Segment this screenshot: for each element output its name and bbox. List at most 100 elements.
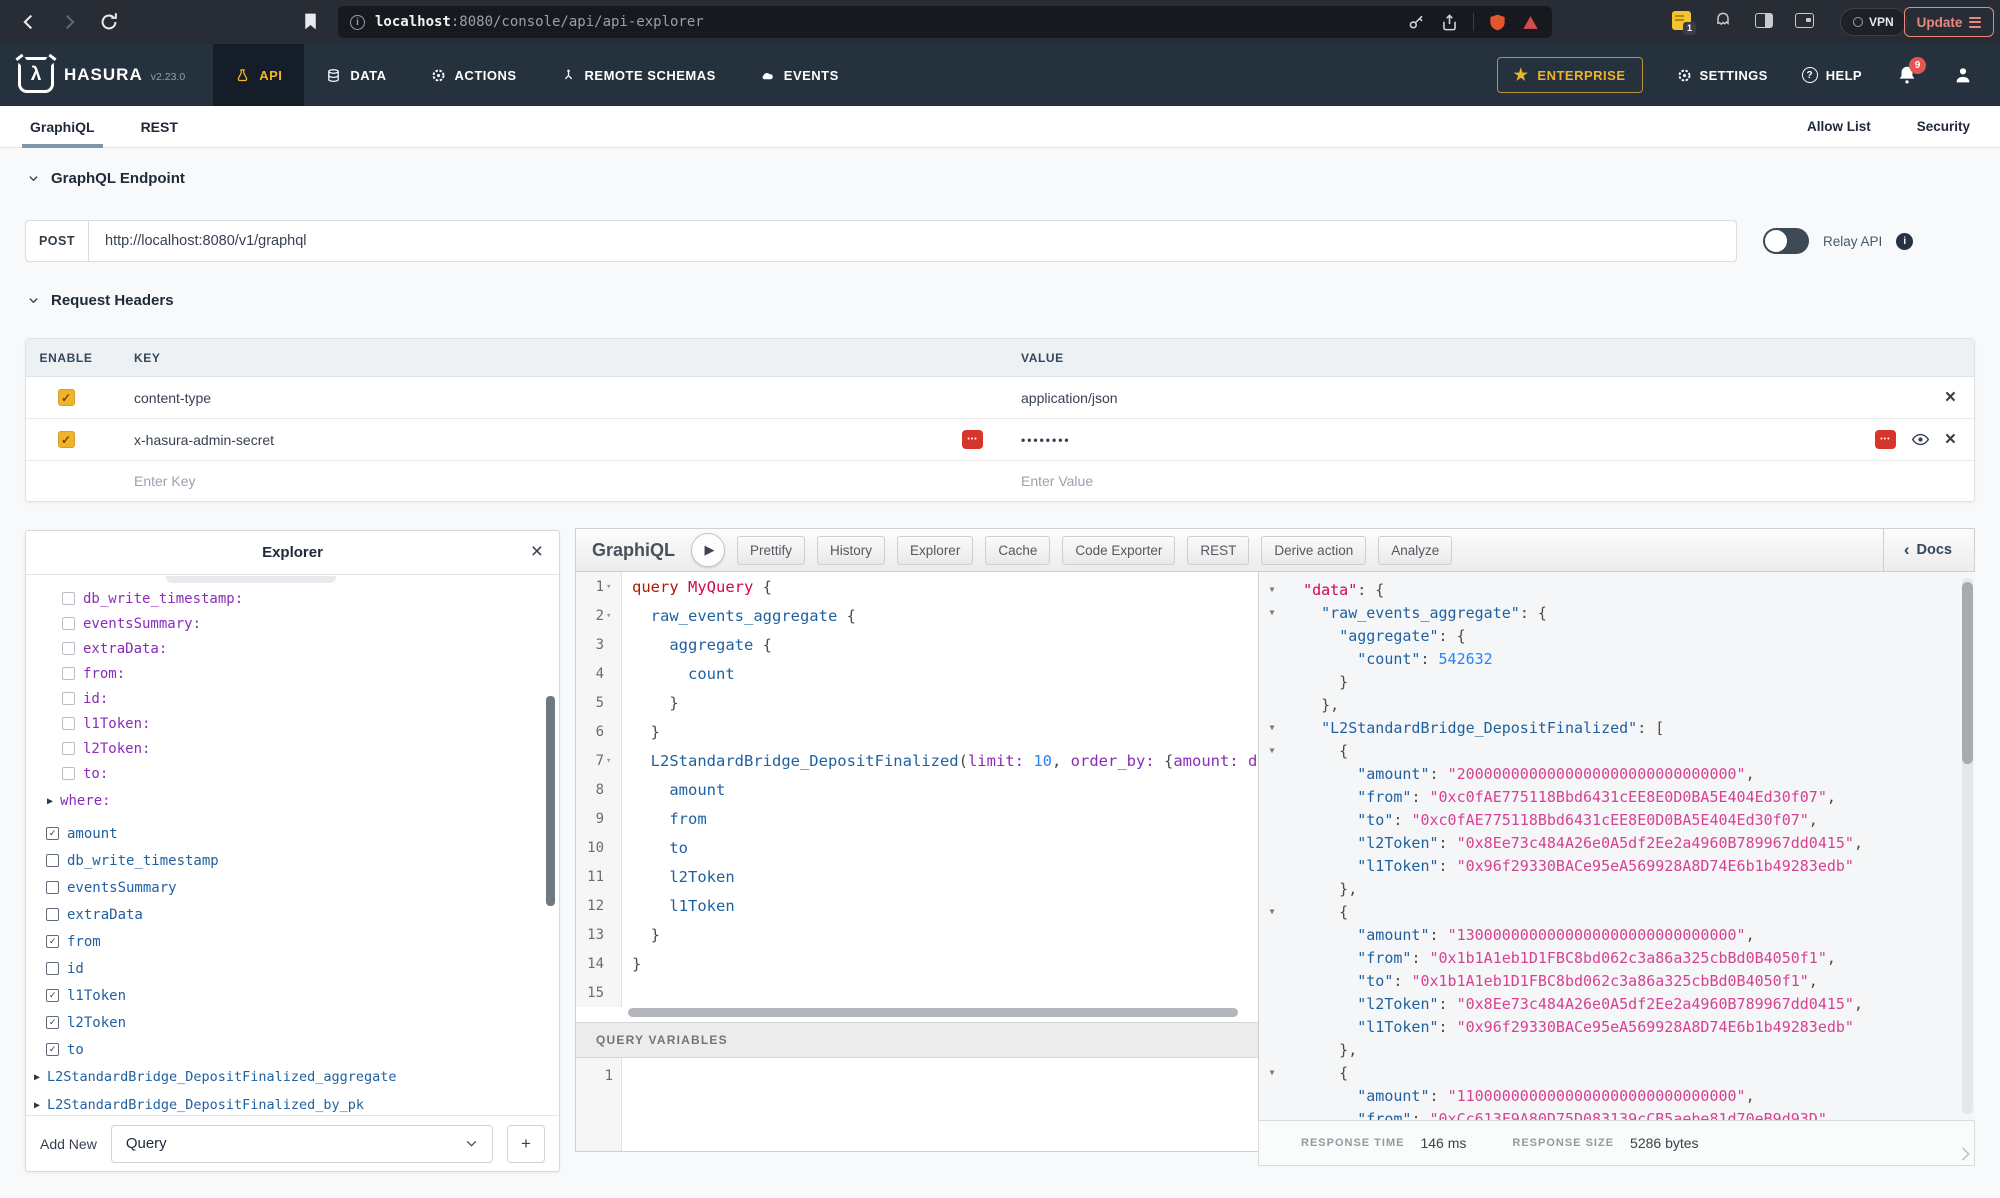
vpn-button[interactable]: VPN (1840, 8, 1907, 36)
share-icon[interactable] (1440, 13, 1459, 32)
security-link[interactable]: Security (1917, 119, 1970, 134)
sidebar-toggle-icon[interactable] (1755, 13, 1773, 28)
operation-type-select[interactable]: Query (111, 1125, 493, 1163)
headers-section-header[interactable]: Request Headers (28, 292, 174, 309)
forward-icon[interactable] (58, 11, 80, 33)
reload-icon[interactable] (98, 11, 120, 33)
password-manager-icon[interactable]: ••• (1875, 430, 1896, 449)
field-item[interactable]: ✓ amount (26, 820, 559, 847)
checkbox[interactable]: ✓ (46, 989, 59, 1002)
fold-arrow-icon[interactable]: ▼ (1259, 1068, 1285, 1077)
argument-item[interactable]: db_write_timestamp: (26, 586, 559, 611)
horizontal-scrollbar[interactable] (628, 1008, 1238, 1017)
field-item[interactable]: ✓ to (26, 1036, 559, 1063)
site-info-icon[interactable]: i (350, 15, 365, 30)
enable-checkbox[interactable]: ✓ (58, 389, 75, 406)
user-icon[interactable] (1952, 64, 1974, 86)
fold-arrow-icon[interactable]: ▾ (606, 756, 616, 766)
checkbox[interactable] (62, 767, 75, 780)
where-expandable[interactable]: ▶ where: (26, 786, 559, 816)
enable-checkbox[interactable]: ✓ (58, 431, 75, 448)
url-bar[interactable]: i localhost:8080/console/api/api-explore… (338, 6, 1552, 38)
toolbar-button[interactable]: Code Exporter (1062, 536, 1175, 565)
brave-shield-icon[interactable] (1488, 13, 1507, 32)
value-cell[interactable]: •••••••• ••• × (1001, 430, 1974, 449)
key-cell[interactable]: content-type••• (106, 390, 1001, 406)
checkbox[interactable] (62, 742, 75, 755)
checkbox[interactable]: ✓ (46, 935, 59, 948)
allow-list-link[interactable]: Allow List (1807, 119, 1871, 134)
fold-arrow-icon[interactable]: ▾ (606, 582, 616, 592)
checkbox[interactable] (46, 881, 59, 894)
info-icon[interactable]: i (1896, 233, 1913, 250)
wallet-icon[interactable] (1795, 13, 1814, 28)
response-scrollbar[interactable] (1962, 582, 1973, 764)
fold-arrow-icon[interactable]: ▼ (1259, 907, 1285, 916)
query-variables-editor[interactable]: 1 (575, 1058, 1258, 1152)
key-cell[interactable]: x-hasura-admin-secret••• (106, 432, 1001, 448)
execute-query-button[interactable]: ▶ (691, 533, 725, 567)
notifications-button[interactable]: 9 (1896, 64, 1918, 86)
nav-tab-actions[interactable]: ACTIONS (409, 44, 539, 106)
field-item[interactable]: ✓ l1Token (26, 982, 559, 1009)
tab-graphiql[interactable]: GraphiQL (30, 106, 95, 148)
field-item[interactable]: ✓ from (26, 928, 559, 955)
argument-item[interactable]: l1Token: (26, 711, 559, 736)
fold-arrow-icon[interactable]: ▼ (1259, 585, 1285, 594)
expandable-item[interactable]: ▶ L2StandardBridge_DepositFinalized_aggr… (26, 1063, 559, 1091)
toolbar-button[interactable]: Explorer (897, 536, 973, 565)
menu-icon[interactable] (1969, 17, 1981, 28)
resize-handle[interactable] (1956, 1147, 1970, 1161)
field-item[interactable]: extraData (26, 901, 559, 928)
bookmark-icon[interactable] (300, 11, 321, 32)
relay-api-toggle[interactable] (1763, 228, 1809, 254)
argument-item[interactable]: to: (26, 761, 559, 786)
checkbox[interactable] (46, 908, 59, 921)
add-operation-button[interactable]: + (507, 1125, 545, 1163)
endpoint-url-input[interactable] (89, 220, 1737, 262)
password-manager-icon[interactable]: ••• (962, 430, 983, 449)
argument-item[interactable]: extraData: (26, 636, 559, 661)
field-item[interactable]: db_write_timestamp (26, 847, 559, 874)
field-item[interactable]: id (26, 955, 559, 982)
toolbar-button[interactable]: Derive action (1261, 536, 1366, 565)
checkbox[interactable] (62, 692, 75, 705)
checkbox[interactable]: ✓ (46, 1016, 59, 1029)
key-placeholder[interactable]: Enter Key (134, 473, 195, 489)
argument-item[interactable]: from: (26, 661, 559, 686)
field-item[interactable]: eventsSummary (26, 874, 559, 901)
query-variables-header[interactable]: QUERY VARIABLES (575, 1022, 1258, 1058)
tab-rest[interactable]: REST (141, 106, 178, 148)
argument-item[interactable]: eventsSummary: (26, 611, 559, 636)
value-placeholder[interactable]: Enter Value (1021, 473, 1093, 489)
argument-item[interactable]: id: (26, 686, 559, 711)
toolbar-button[interactable]: Prettify (737, 536, 805, 565)
toolbar-button[interactable]: History (817, 536, 885, 565)
endpoint-section-header[interactable]: GraphQL Endpoint (28, 170, 185, 187)
remove-header-icon[interactable]: × (1945, 388, 1956, 407)
ghost-extension-icon[interactable] (1713, 10, 1733, 30)
nav-tab-events[interactable]: EVENTS (738, 44, 861, 106)
reveal-eye-icon[interactable] (1912, 431, 1929, 448)
nav-tab-api[interactable]: API (213, 44, 304, 106)
nav-tab-remote-schemas[interactable]: REMOTE SCHEMAS (539, 44, 738, 106)
close-icon[interactable]: × (531, 540, 543, 564)
hasura-logo[interactable]: λ (18, 57, 54, 93)
explorer-scrollbar[interactable] (546, 696, 555, 906)
checkbox[interactable] (46, 962, 59, 975)
help-button[interactable]: ? HELP (1802, 67, 1862, 83)
key-icon[interactable] (1407, 13, 1426, 32)
checkbox[interactable] (62, 617, 75, 630)
expandable-item[interactable]: ▶ L2StandardBridge_DepositFinalized_by_p… (26, 1091, 559, 1114)
fold-arrow-icon[interactable]: ▼ (1259, 746, 1285, 755)
response-pane[interactable]: ▼ "data": { ▼ "raw_events_aggregate": { … (1258, 572, 1975, 1120)
docs-button[interactable]: ‹ Docs (1883, 528, 1974, 572)
argument-item[interactable]: l2Token: (26, 736, 559, 761)
warning-triangle-icon[interactable] (1521, 13, 1540, 32)
settings-button[interactable]: SETTINGS (1677, 68, 1768, 83)
checkbox[interactable] (62, 592, 75, 605)
query-editor[interactable]: 1▾ query MyQuery { 2▾ raw_events_aggrega… (575, 572, 1258, 1022)
checkbox[interactable] (62, 667, 75, 680)
toolbar-button[interactable]: Analyze (1378, 536, 1452, 565)
checkbox[interactable]: ✓ (46, 1043, 59, 1056)
